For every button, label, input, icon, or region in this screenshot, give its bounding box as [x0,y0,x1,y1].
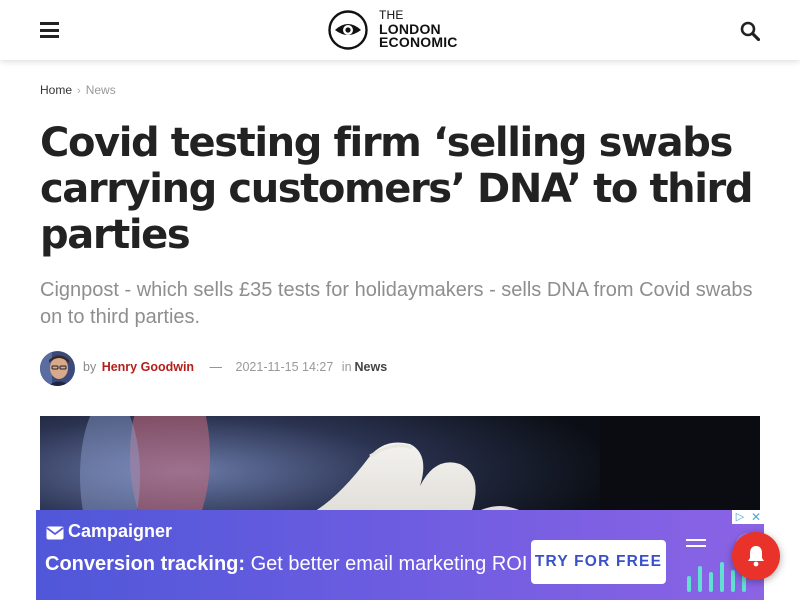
ad-headline-bold: Conversion tracking: [45,553,246,575]
by-label: by [83,360,97,374]
category-link[interactable]: News [355,360,388,374]
article-subtitle: Cignpost - which sells £35 tests for hol… [40,279,753,328]
site-logo[interactable]: THE LONDON ECONOMIC [328,8,473,52]
breadcrumb: Home › News [40,83,116,97]
ad-brand-name: Campaigner [68,521,173,541]
ad-banner[interactable]: Campaigner Conversion tracking: Get bett… [36,510,764,600]
ad-headline: Conversion tracking: Get better email ma… [45,552,527,576]
envelope-icon [46,526,64,540]
ad-headline-rest: Get better email marketing ROI [245,553,528,575]
publish-date: 2021-11-15 14:27 [235,360,334,374]
logo-text: THE LONDON ECONOMIC [379,8,458,50]
author-avatar[interactable] [40,351,75,386]
search-icon[interactable] [740,21,760,41]
ad-try-free-button[interactable]: TRY FOR FREE [531,540,666,584]
author-avatar-image [40,351,75,386]
site-header: THE LONDON ECONOMIC [0,0,800,60]
bell-icon [748,546,764,567]
in-label: in [341,360,352,374]
breadcrumb-home[interactable]: Home [40,83,72,97]
meta-line: by Henry Goodwin — 2021-11-15 14:27 in Ne… [83,360,387,374]
ad-brand: Campaigner [46,520,172,542]
article-title: Covid testing firm ‘selling swabs carryi… [40,120,754,258]
eye-logo-icon [328,10,368,50]
notification-bell-button[interactable] [732,532,780,580]
ad-close-button[interactable]: ✕ [748,510,764,524]
logo-line-3: ECONOMIC [379,34,458,50]
adchoices-icon[interactable]: ▷ [732,510,748,524]
article-meta: by Henry Goodwin — 2021-11-15 14:27 in Ne… [40,351,760,386]
menu-icon[interactable] [40,22,59,38]
author-link[interactable]: Henry Goodwin [102,360,194,374]
chevron-right-icon: › [77,85,81,97]
meta-separator: — [209,360,223,374]
breadcrumb-news[interactable]: News [86,83,116,97]
